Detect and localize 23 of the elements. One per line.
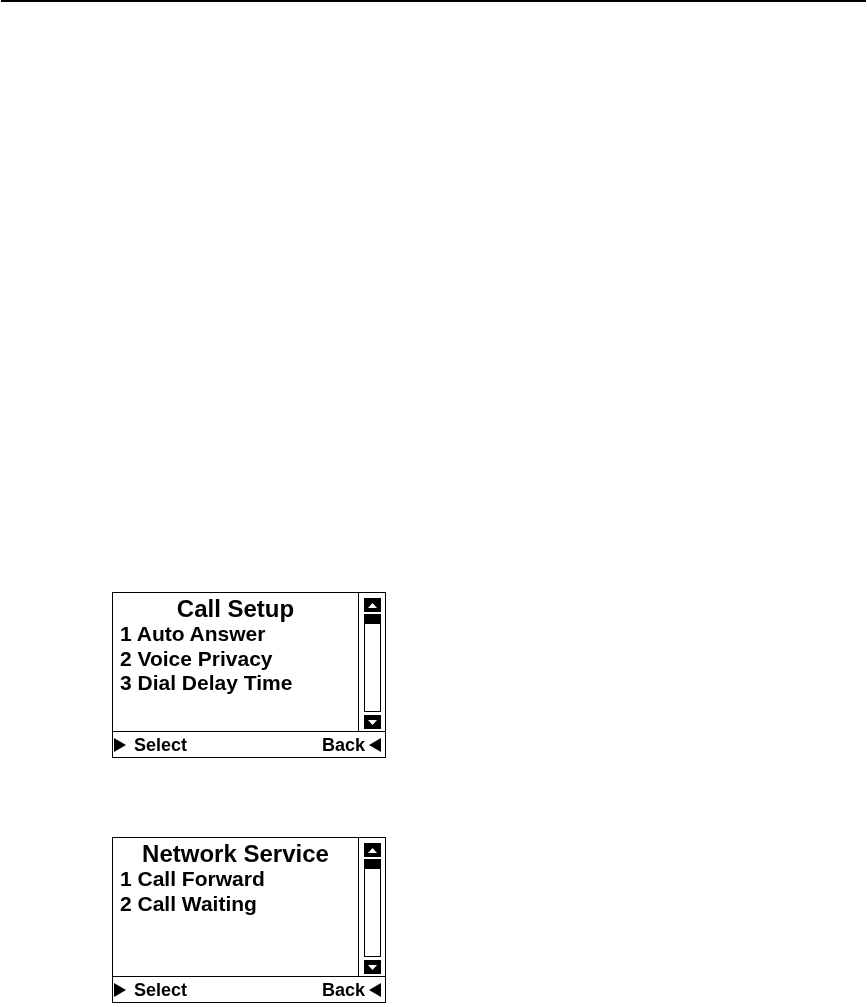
- menu-item[interactable]: 3 Dial Delay Time: [113, 671, 358, 696]
- softkey-label: Select: [134, 733, 188, 757]
- screen-title: Network Service: [141, 841, 330, 867]
- caret-up-icon: [368, 847, 377, 853]
- menu-item[interactable]: 1 Call Forward: [113, 867, 358, 892]
- menu-item[interactable]: 1 Auto Answer: [113, 622, 358, 647]
- scroll-up-button[interactable]: [364, 598, 381, 612]
- softkey-label: Back: [321, 733, 365, 757]
- scroll-down-button[interactable]: [364, 960, 381, 974]
- caret-down-icon: [368, 719, 377, 725]
- scroll-up-button[interactable]: [364, 843, 381, 857]
- scroll-thumb[interactable]: [364, 859, 381, 869]
- menu-item[interactable]: 2 Voice Privacy: [113, 646, 358, 671]
- menu-item[interactable]: 2 Call Waiting: [113, 891, 358, 916]
- left-pointing-triangle-icon: [369, 737, 381, 752]
- scroll-down-button[interactable]: [364, 715, 381, 729]
- caret-down-icon: [368, 964, 377, 970]
- screen-title: Call Setup: [175, 596, 296, 622]
- left-pointing-triangle-icon: [369, 982, 381, 997]
- scroll-thumb[interactable]: [364, 614, 381, 624]
- caret-up-icon: [368, 602, 377, 608]
- softkey-label: Back: [321, 978, 365, 1002]
- softkey-label: Select: [134, 978, 188, 1002]
